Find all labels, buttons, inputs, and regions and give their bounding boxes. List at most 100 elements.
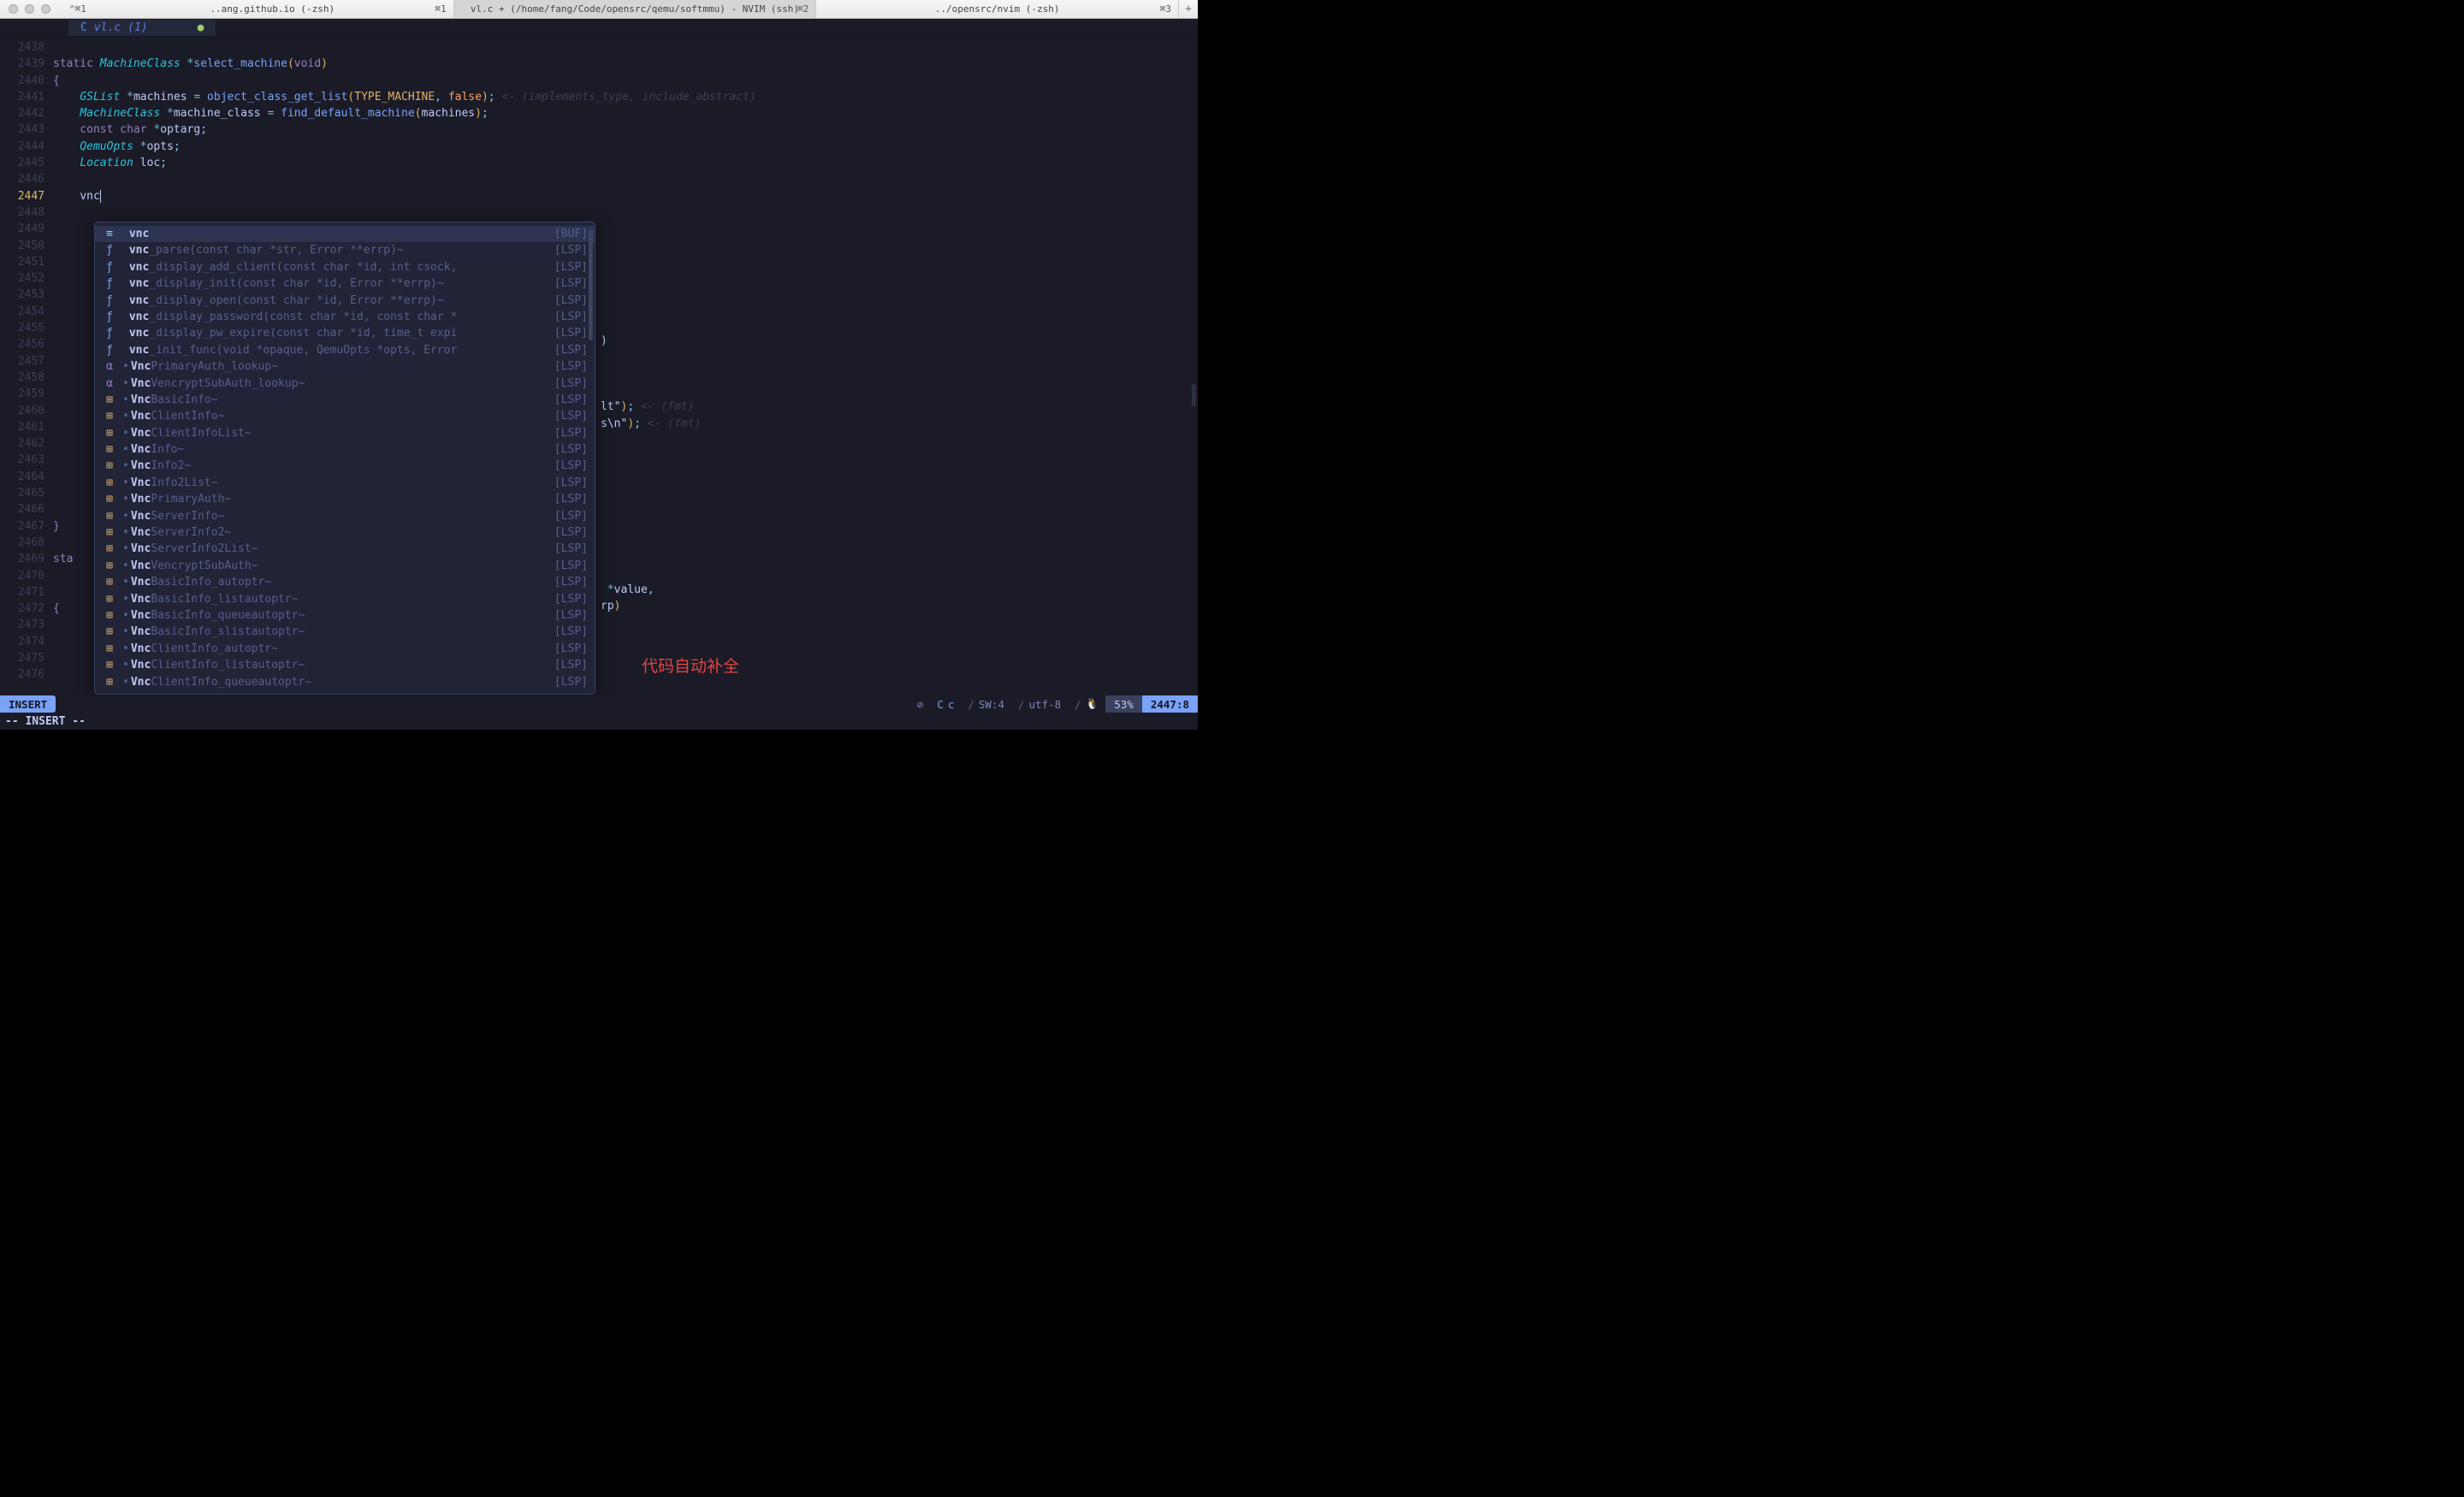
buffer-tab[interactable]: C vl.c (1) ● [68,20,216,36]
completion-item[interactable]: ⊞•VncInfo2~[LSP] [95,458,595,474]
dot-icon: • [122,541,129,557]
completion-signature: _display_password(const char *id, const … [149,309,457,325]
completion-item[interactable]: ⊞•VncBasicInfo_queueautoptr~[LSP] [95,607,595,624]
line-number: 2440 [0,73,53,89]
code-line[interactable]: 2444 QemuOpts *opts; [0,139,1198,155]
completion-source: [BUF] [554,226,588,242]
line-number: 2458 [0,370,53,386]
completion-item[interactable]: ⊞•VncClientInfo_queueautoptr~[LSP] [95,674,595,690]
code-line[interactable]: 2445 Location loc; [0,155,1198,171]
completion-item[interactable]: ƒ vnc_parse(const char *str, Error **err… [95,242,595,258]
completion-source: [LSP] [554,293,588,309]
completion-item[interactable]: ⊞•VncServerInfo~[LSP] [95,508,595,524]
code-line[interactable]: 2441 GSList *machines = object_class_get… [0,89,1198,105]
completion-item[interactable]: ⊞•VncPrimaryAuth~[LSP] [95,491,595,507]
completion-item[interactable]: ⊞•VncServerInfo2~[LSP] [95,524,595,541]
completion-source: [LSP] [554,591,588,607]
completion-kind-icon: ⊞ [102,524,117,541]
completion-source: [LSP] [554,491,588,507]
dot-icon: • [122,491,129,507]
buffer-tabline: C vl.c (1) ● [0,19,1198,38]
completion-item[interactable]: ⊞•VncVencryptSubAuth~[LSP] [95,558,595,574]
completion-kind-icon: ⊞ [102,425,117,441]
completion-signature: Info~ [151,441,184,458]
completion-item[interactable]: ƒ vnc_display_add_client(const char *id,… [95,259,595,275]
close-dot[interactable] [9,4,18,14]
completion-item[interactable]: α•VncPrimaryAuth_lookup~[LSP] [95,358,595,375]
dot-icon: • [122,425,129,441]
line-number: 2450 [0,238,53,254]
completion-kind-icon: ⊞ [102,475,117,491]
line-number: 2473 [0,617,53,633]
code-line[interactable]: 2443 const char *optarg; [0,121,1198,138]
buffer-count: (1) [127,21,147,34]
dot-icon: • [122,376,129,392]
terminal-tab-2[interactable]: vl.c + (/home/fang/Code/opensrc/qemu/sof… [454,0,817,18]
completion-item[interactable]: ƒ vnc_init_func(void *opaque, QemuOpts *… [95,342,595,358]
completion-kind-icon: ⊞ [102,657,117,673]
editor-scrollbar[interactable] [1192,384,1196,406]
completion-kind-icon: ⊞ [102,441,117,458]
code-line[interactable]: 2438 [0,39,1198,56]
match-text: Vnc [131,408,151,424]
completion-item[interactable]: ≡ vnc[BUF] [95,226,595,242]
popup-scrollbar[interactable] [589,229,593,340]
line-text [53,39,1198,56]
completion-item[interactable]: ⊞•VncInfo~[LSP] [95,441,595,458]
match-text: Vnc [131,508,151,524]
code-area[interactable]: )lt"); <- (fmt)s\n"); <- (fmt) *value,rp… [0,38,1198,695]
completion-kind-icon: ⊞ [102,558,117,574]
completion-item[interactable]: ⊞•VncClientInfo~[LSP] [95,408,595,424]
line-number: 2445 [0,155,53,171]
completion-item[interactable]: ƒ vnc_display_init(const char *id, Error… [95,275,595,292]
code-line[interactable]: 2442 MachineClass *machine_class = find_… [0,105,1198,121]
completion-item[interactable]: ƒ vnc_display_pw_expire(const char *id, … [95,325,595,341]
completion-signature: _display_pw_expire(const char *id, time_… [149,325,457,341]
completion-item[interactable]: ƒ vnc_display_open(const char *id, Error… [95,293,595,309]
line-number: 2461 [0,419,53,435]
completion-item[interactable]: ⊞•VncBasicInfo_autoptr~[LSP] [95,574,595,590]
completion-signature: PrimaryAuth_lookup~ [151,358,278,375]
completion-kind-icon: ⊞ [102,624,117,640]
dot-icon: • [122,674,129,690]
line-text: vnc [53,188,1198,204]
completion-kind-icon: ⊞ [102,607,117,624]
completion-item[interactable]: ƒ vnc_display_password(const char *id, c… [95,309,595,325]
code-line[interactable]: 2448 [0,204,1198,221]
completion-signature: _display_add_client(const char *id, int … [149,259,457,275]
completion-item[interactable]: ⊞•VncBasicInfo_listautoptr~[LSP] [95,591,595,607]
line-number: 2442 [0,105,53,121]
terminal-tab-1[interactable]: ..ang.github.io (-zsh) ⌘1 [92,0,454,18]
annotation-label: 代码自动补全 [642,654,739,677]
completion-popup[interactable]: ≡ vnc[BUF]ƒ vnc_parse(const char *str, E… [94,222,595,695]
code-line[interactable]: 2440{ [0,73,1198,89]
max-dot[interactable] [41,4,50,14]
dot-icon: • [122,607,129,624]
min-dot[interactable] [25,4,34,14]
completion-signature: BasicInfo_queueautoptr~ [151,607,305,624]
dot-icon: • [122,657,129,673]
completion-item[interactable]: ⊞•VncClientInfo_autoptr~[LSP] [95,641,595,657]
line-number: 2447 [0,188,53,204]
match-text: Vnc [131,458,151,474]
dot-icon: • [122,408,129,424]
new-tab-button[interactable]: + [1179,3,1198,15]
code-line[interactable]: 2447 vnc [0,188,1198,204]
code-line[interactable]: 2446 [0,171,1198,187]
completion-item[interactable]: α•VncVencryptSubAuth_lookup~[LSP] [95,376,595,392]
completion-item[interactable]: ⊞•VncBasicInfo~[LSP] [95,392,595,408]
line-number: 2476 [0,666,53,683]
line-number: 2472 [0,601,53,617]
shiftwidth-segment: /SW:4 [961,695,1011,713]
match-text: Vnc [131,591,151,607]
completion-source: [LSP] [554,441,588,458]
completion-item[interactable]: ⊞•VncInfo2List~[LSP] [95,475,595,491]
completion-item[interactable]: ⊞•VncClientInfoList~[LSP] [95,425,595,441]
code-line[interactable]: 2439static MachineClass *select_machine(… [0,56,1198,72]
completion-source: [LSP] [554,392,588,408]
completion-item[interactable]: ⊞•VncBasicInfo_slistautoptr~[LSP] [95,624,595,640]
terminal-tab-3[interactable]: ../opensrc/nvim (-zsh) ⌘3 [816,0,1179,18]
completion-item[interactable]: ⊞•VncServerInfo2List~[LSP] [95,541,595,557]
completion-item[interactable]: ⊞•VncClientInfo_listautoptr~[LSP] [95,657,595,673]
completion-source: [LSP] [554,275,588,292]
